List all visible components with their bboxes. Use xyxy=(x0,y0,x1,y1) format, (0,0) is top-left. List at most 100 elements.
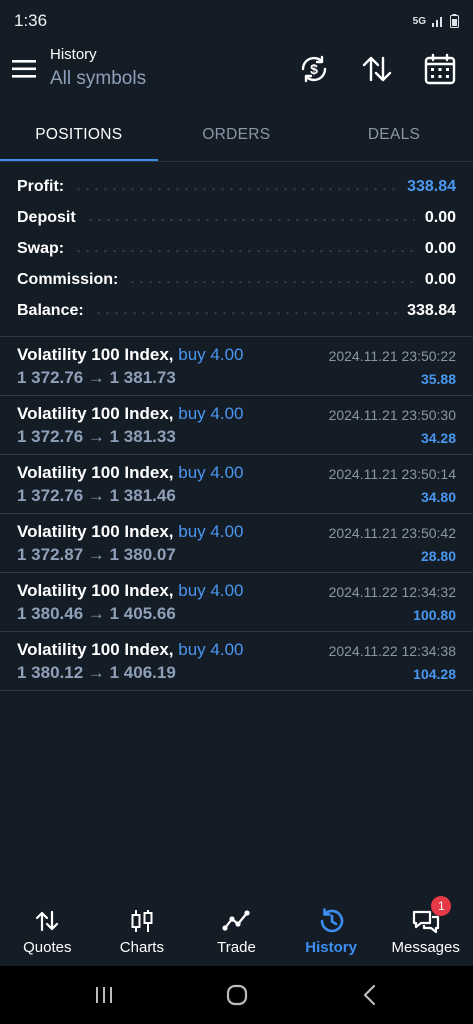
deal-profit: 28.80 xyxy=(420,548,456,564)
summary-value: 0.00 xyxy=(424,209,456,227)
summary-row-deposit: Deposit 0.00 xyxy=(0,203,473,234)
app-header: History All symbols $ xyxy=(0,42,473,102)
deal-time: 2024.11.21 23:50:22 xyxy=(328,348,456,364)
deal-side: buy 4.00 xyxy=(178,463,244,482)
summary-value: 0.00 xyxy=(424,239,456,257)
nav-label: Trade xyxy=(217,939,256,956)
page-title: History xyxy=(50,46,97,63)
dotted-leader xyxy=(128,280,415,283)
nav-history[interactable]: History xyxy=(284,896,379,966)
summary-row-commission: Commission: 0.00 xyxy=(0,264,473,295)
system-nav-bar xyxy=(0,966,473,1024)
deal-profit: 104.28 xyxy=(413,666,456,682)
sort-icon[interactable] xyxy=(360,52,394,86)
nav-label: History xyxy=(305,939,357,956)
deal-side: buy 4.00 xyxy=(178,522,244,541)
deal-symbol: Volatility 100 Index, buy 4.00 xyxy=(17,522,244,542)
deal-profit: 34.80 xyxy=(420,489,456,505)
trend-line-icon xyxy=(222,910,251,931)
currency-exchange-icon[interactable]: $ xyxy=(297,52,331,86)
status-icons: 5G xyxy=(413,14,459,28)
summary-label: Balance: xyxy=(17,301,84,319)
positions-list: Volatility 100 Index, buy 4.00 1 372.76 … xyxy=(0,337,473,691)
nav-trade[interactable]: Trade xyxy=(189,896,284,966)
deal-profit: 100.80 xyxy=(413,607,456,623)
home-icon[interactable] xyxy=(224,982,250,1008)
candlestick-icon xyxy=(131,910,153,932)
bottom-nav: Quotes Charts Trade History 1 Messages xyxy=(0,896,473,966)
deal-side: buy 4.00 xyxy=(178,581,244,600)
deal-symbol: Volatility 100 Index, buy 4.00 xyxy=(17,640,244,660)
list-item[interactable]: Volatility 100 Index, buy 4.00 1 372.87 … xyxy=(0,514,473,573)
tab-positions[interactable]: POSITIONS xyxy=(0,108,158,162)
symbol-filter[interactable]: All symbols xyxy=(50,68,146,90)
calendar-icon[interactable] xyxy=(423,52,457,86)
deal-symbol: Volatility 100 Index, buy 4.00 xyxy=(17,463,244,483)
deal-symbol: Volatility 100 Index, buy 4.00 xyxy=(17,404,244,424)
battery-icon xyxy=(450,14,459,28)
deal-profit: 35.88 xyxy=(420,371,456,387)
summary-label: Swap: xyxy=(17,239,65,257)
deal-time: 2024.11.22 12:34:38 xyxy=(328,643,456,659)
deal-symbol: Volatility 100 Index, buy 4.00 xyxy=(17,345,244,365)
deal-side: buy 4.00 xyxy=(178,640,244,659)
symbol-name: Volatility 100 Index, xyxy=(17,463,174,482)
summary-label: Deposit xyxy=(17,209,76,227)
tab-deals[interactable]: DEALS xyxy=(315,108,473,162)
summary-row-profit: Profit: 338.84 xyxy=(0,172,473,203)
summary-label: Profit: xyxy=(17,178,65,196)
deal-time: 2024.11.22 12:34:32 xyxy=(328,584,456,600)
summary-row-balance: Balance: 338.84 xyxy=(0,295,473,326)
back-icon[interactable] xyxy=(357,982,383,1008)
quotes-arrows-icon xyxy=(36,910,59,932)
list-item[interactable]: Volatility 100 Index, buy 4.00 1 372.76 … xyxy=(0,337,473,396)
list-item[interactable]: Volatility 100 Index, buy 4.00 1 380.12 … xyxy=(0,632,473,691)
summary-row-swap: Swap: 0.00 xyxy=(0,234,473,265)
symbol-name: Volatility 100 Index, xyxy=(17,404,174,423)
tabs-divider xyxy=(0,161,473,162)
summary-label: Commission: xyxy=(17,270,119,288)
summary-value: 338.84 xyxy=(407,301,456,319)
deal-prices: 1 372.76 → 1 381.73 xyxy=(17,368,176,387)
nav-quotes[interactable]: Quotes xyxy=(0,896,95,966)
history-tabs: POSITIONS ORDERS DEALS xyxy=(0,108,473,162)
deal-prices: 1 380.12 → 1 406.19 xyxy=(17,663,176,682)
summary-value: 338.84 xyxy=(407,178,456,196)
nav-label: Messages xyxy=(391,939,460,956)
nav-label: Charts xyxy=(119,939,164,956)
symbol-name: Volatility 100 Index, xyxy=(17,345,174,364)
unread-badge: 1 xyxy=(431,896,452,916)
history-clock-icon xyxy=(320,908,344,933)
recent-apps-icon[interactable] xyxy=(91,982,117,1008)
deal-prices: 1 372.76 → 1 381.46 xyxy=(17,486,176,505)
deal-side: buy 4.00 xyxy=(178,345,244,364)
dotted-leader xyxy=(74,188,398,191)
nav-messages[interactable]: 1 Messages xyxy=(378,896,473,966)
deal-profit: 34.28 xyxy=(420,430,456,446)
symbol-name: Volatility 100 Index, xyxy=(17,640,174,659)
deal-time: 2024.11.21 23:50:30 xyxy=(328,407,456,423)
deal-time: 2024.11.21 23:50:42 xyxy=(328,525,456,541)
hamburger-menu-icon[interactable] xyxy=(12,58,38,80)
dotted-leader xyxy=(85,219,415,222)
deal-side: buy 4.00 xyxy=(178,404,244,423)
deal-prices: 1 380.46 → 1 405.66 xyxy=(17,604,176,623)
tab-orders[interactable]: ORDERS xyxy=(158,108,316,162)
symbol-name: Volatility 100 Index, xyxy=(17,581,174,600)
summary-panel: Profit: 338.84 Deposit 0.00 Swap: 0.00 C… xyxy=(0,172,473,326)
status-bar: 1:36 5G xyxy=(0,0,473,42)
dotted-leader xyxy=(93,311,398,314)
svg-text:$: $ xyxy=(310,61,318,77)
deal-time: 2024.11.21 23:50:14 xyxy=(328,466,456,482)
signal-icon xyxy=(432,17,442,27)
list-item[interactable]: Volatility 100 Index, buy 4.00 1 372.76 … xyxy=(0,396,473,455)
list-item[interactable]: Volatility 100 Index, buy 4.00 1 380.46 … xyxy=(0,573,473,632)
symbol-name: Volatility 100 Index, xyxy=(17,522,174,541)
dotted-leader xyxy=(74,249,415,252)
network-type-label: 5G xyxy=(412,15,426,27)
summary-value: 0.00 xyxy=(424,270,456,288)
nav-charts[interactable]: Charts xyxy=(95,896,190,966)
deal-symbol: Volatility 100 Index, buy 4.00 xyxy=(17,581,244,601)
list-item[interactable]: Volatility 100 Index, buy 4.00 1 372.76 … xyxy=(0,455,473,514)
nav-label: Quotes xyxy=(23,939,72,956)
